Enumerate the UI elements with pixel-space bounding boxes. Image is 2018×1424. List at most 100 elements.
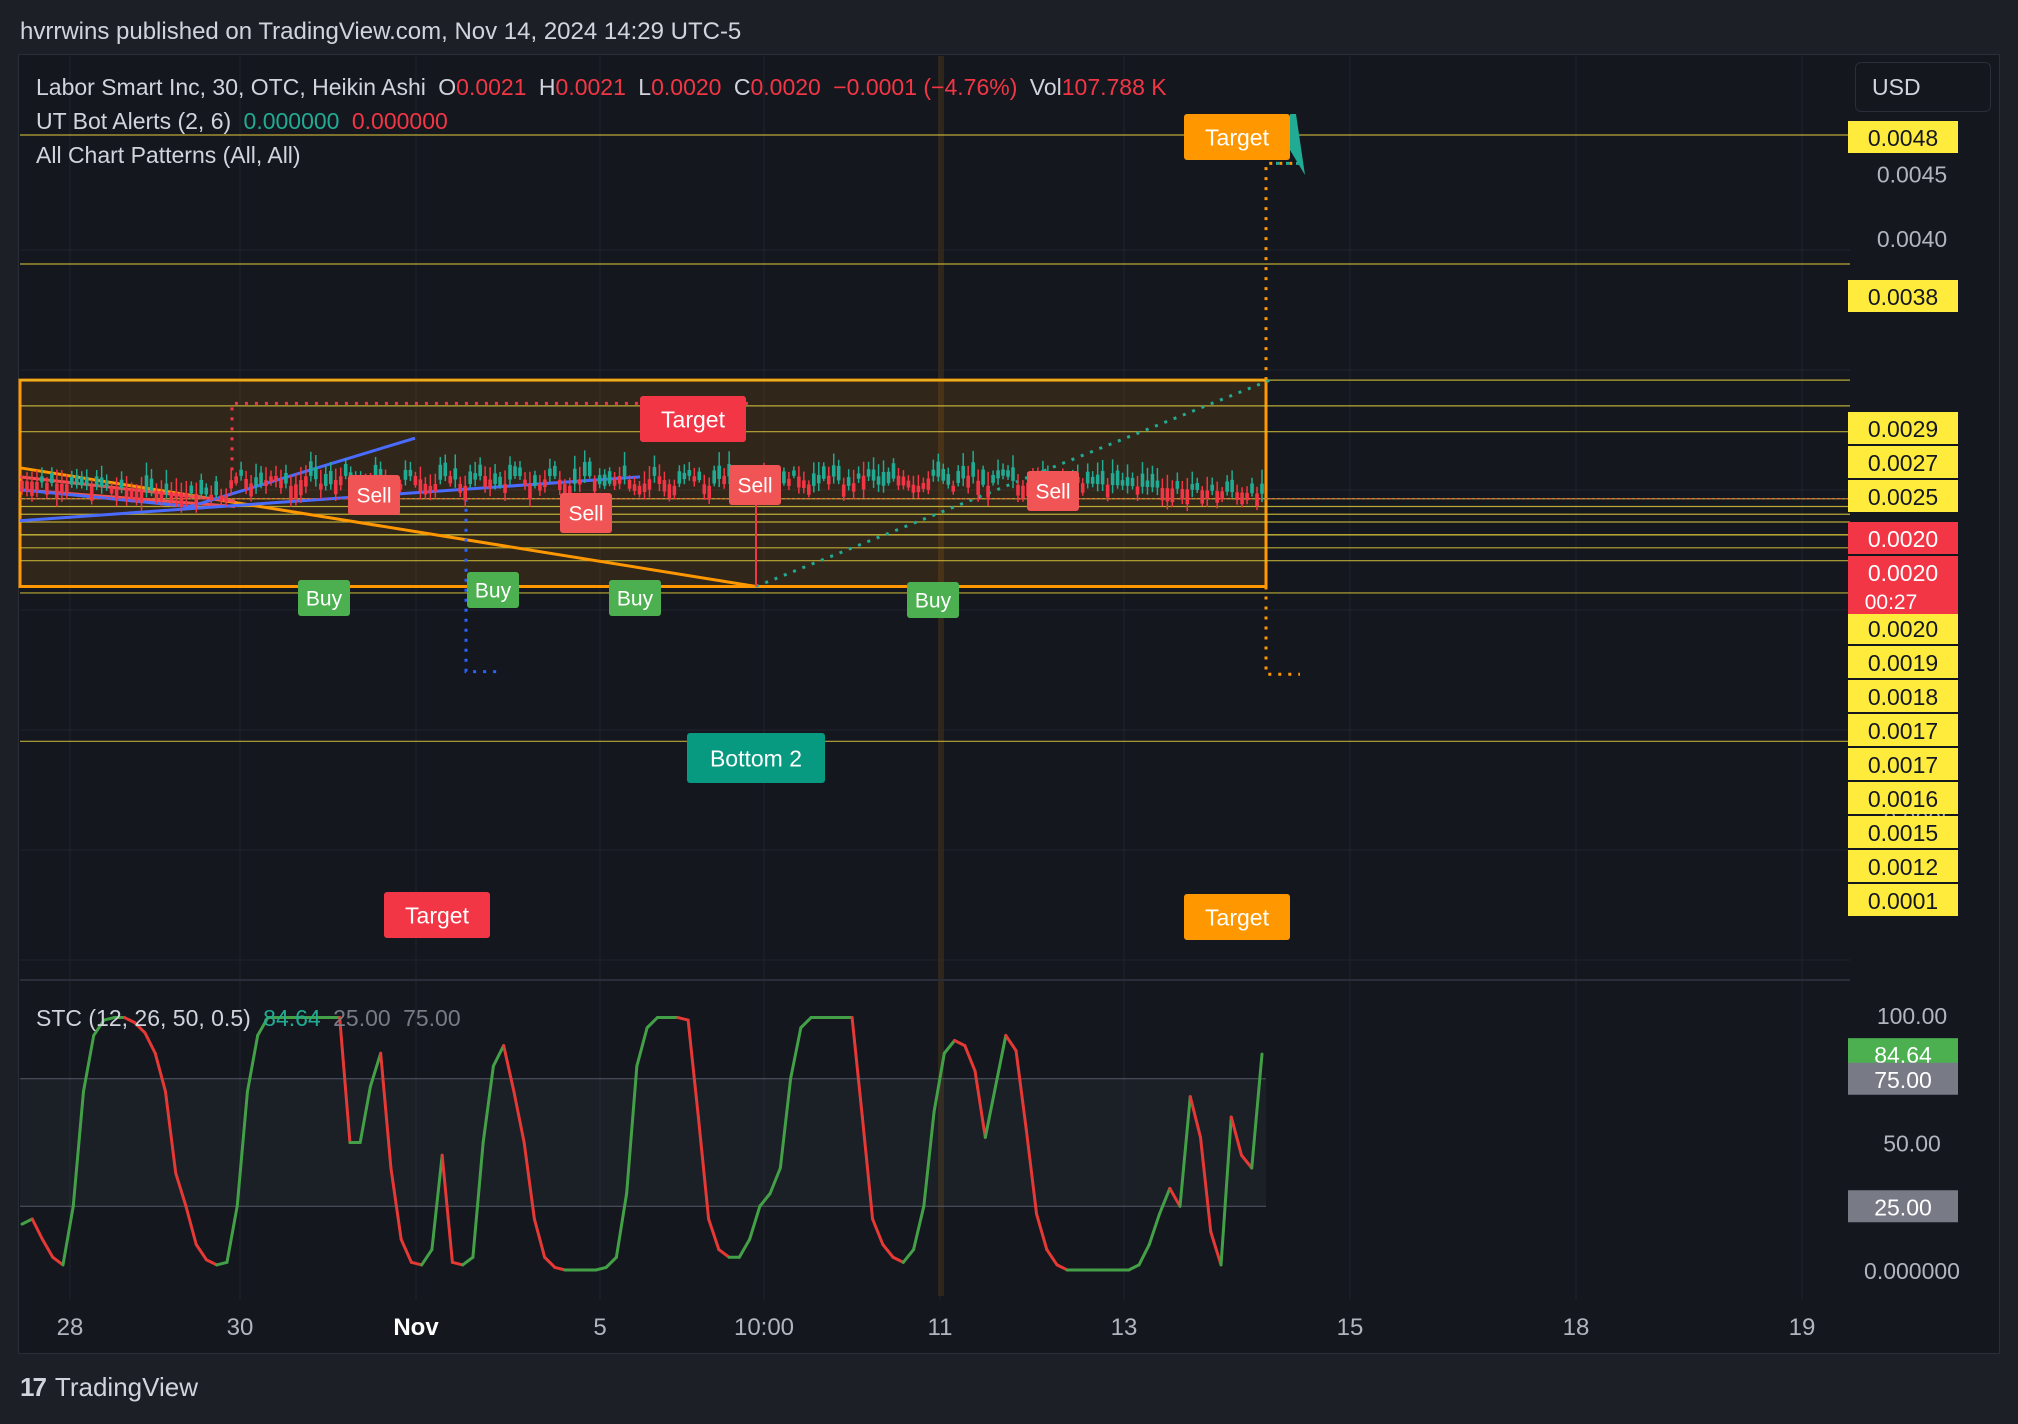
candle-body bbox=[234, 476, 238, 484]
target-label-mid: Target bbox=[661, 406, 726, 432]
candle-body bbox=[408, 469, 413, 477]
stc-segment bbox=[942, 1039, 957, 1055]
candle-body bbox=[956, 471, 961, 483]
stc-segment bbox=[491, 1044, 506, 1068]
candle-body bbox=[647, 479, 652, 490]
candle-body bbox=[438, 464, 443, 480]
candle-body bbox=[866, 469, 871, 477]
candle-body bbox=[314, 467, 318, 480]
candle-body bbox=[971, 462, 975, 477]
candle-body bbox=[528, 484, 532, 500]
buy-label-3: Buy bbox=[617, 588, 654, 611]
countdown-label: 00:27 bbox=[1865, 591, 1918, 614]
candle-body bbox=[961, 465, 966, 479]
candle-body bbox=[338, 476, 343, 486]
candle-body bbox=[164, 483, 169, 492]
candle-body bbox=[592, 479, 597, 492]
chart-canvas[interactable]: Target Target Target Target Sell Sell Sell Sell… bbox=[0, 0, 2018, 1424]
candle-body bbox=[508, 464, 512, 480]
candle-body bbox=[996, 470, 1000, 479]
patterns-legend[interactable]: All Chart Patterns (All, All) bbox=[36, 142, 307, 169]
candle-body bbox=[214, 481, 219, 496]
candle-body bbox=[264, 480, 268, 487]
candle-body bbox=[986, 485, 990, 498]
candle-body bbox=[797, 476, 801, 488]
candle-body bbox=[74, 475, 79, 485]
candle-body bbox=[448, 476, 453, 484]
candle-body bbox=[239, 469, 243, 476]
stc-segment bbox=[20, 1217, 34, 1226]
candle-body bbox=[274, 475, 278, 482]
candle-body bbox=[787, 478, 791, 486]
candle-body bbox=[543, 479, 547, 488]
stc-legend[interactable]: STC (12, 26, 50, 0.5) 84.64 25.00 75.00 bbox=[36, 1005, 467, 1032]
low-value: 0.0020 bbox=[651, 74, 722, 100]
candle-body bbox=[1250, 483, 1254, 494]
stc-segment bbox=[871, 1217, 885, 1246]
time-axis-tick-0: 28 bbox=[57, 1314, 84, 1341]
candle-body bbox=[931, 469, 936, 476]
candle-body bbox=[1260, 483, 1264, 494]
candle-body bbox=[55, 483, 59, 499]
price-label-9: 0.0018 bbox=[1868, 684, 1938, 710]
candle-body bbox=[124, 488, 129, 499]
stc-segment bbox=[399, 1237, 413, 1264]
candle-body bbox=[94, 476, 99, 487]
candle-body bbox=[916, 485, 921, 493]
candle-body bbox=[951, 485, 956, 492]
candle-body bbox=[134, 489, 139, 503]
candle-body bbox=[886, 471, 891, 484]
price-label-15: 0.0001 bbox=[1868, 888, 1938, 914]
candle-body bbox=[25, 481, 29, 491]
candle-body bbox=[483, 476, 487, 487]
candle-body bbox=[403, 469, 408, 480]
candle-body bbox=[1085, 471, 1090, 484]
stc-segment bbox=[40, 1237, 55, 1259]
candle-body bbox=[1011, 467, 1015, 481]
candle-body bbox=[617, 475, 622, 484]
candle-body bbox=[1006, 470, 1010, 477]
stc-segment bbox=[707, 1217, 721, 1252]
candle-body bbox=[966, 475, 970, 488]
stc-segment bbox=[543, 1255, 557, 1269]
time-axis-tick-4: 10:00 bbox=[734, 1314, 794, 1341]
stc-segment bbox=[963, 1044, 977, 1073]
candle-body bbox=[792, 470, 796, 476]
candle-body bbox=[458, 483, 463, 493]
sell-label-1: Sell bbox=[356, 485, 391, 508]
candle-body bbox=[871, 469, 876, 481]
stc-axis-tick-2: 0.000000 bbox=[1864, 1258, 1960, 1284]
candle-body bbox=[657, 476, 662, 485]
candle-body bbox=[901, 476, 906, 486]
bottom-2-label: Bottom 2 bbox=[710, 745, 802, 771]
candle-body bbox=[851, 483, 856, 492]
candle-body bbox=[304, 476, 308, 487]
candle-body bbox=[712, 470, 717, 484]
candle-body bbox=[587, 461, 592, 477]
stc-segment bbox=[1209, 1230, 1223, 1267]
candle-body bbox=[60, 483, 64, 494]
candle-body bbox=[1165, 488, 1170, 502]
candle-body bbox=[861, 475, 866, 490]
candle-body bbox=[79, 476, 84, 486]
time-axis-tick-7: 15 bbox=[1337, 1314, 1364, 1341]
footer-brand[interactable]: 17 TradingView bbox=[20, 1372, 198, 1403]
ut-bot-legend[interactable]: UT Bot Alerts (2, 6) 0.000000 0.000000 bbox=[36, 108, 454, 135]
candle-body bbox=[259, 472, 263, 485]
candle-body bbox=[841, 484, 846, 497]
currency-button[interactable]: USD bbox=[1855, 62, 1991, 112]
candle-body bbox=[1130, 477, 1135, 487]
candle-body bbox=[204, 487, 209, 495]
symbol-name: Labor Smart Inc, 30, OTC, Heikin Ashi bbox=[36, 74, 426, 100]
candle-body bbox=[1105, 484, 1110, 498]
candle-body bbox=[677, 471, 682, 484]
change-value: −0.0001 (−4.76%) bbox=[833, 74, 1018, 100]
stc-axis-tick-1: 50.00 bbox=[1883, 1131, 1941, 1157]
time-axis-tick-6: 13 bbox=[1111, 1314, 1138, 1341]
candle-body bbox=[328, 470, 333, 485]
candle-body bbox=[114, 487, 119, 501]
symbol-legend[interactable]: Labor Smart Inc, 30, OTC, Heikin Ashi O0… bbox=[36, 74, 1173, 101]
stc-segment bbox=[420, 1248, 434, 1267]
time-axis-tick-2: Nov bbox=[393, 1314, 439, 1341]
candle-body bbox=[846, 477, 851, 486]
